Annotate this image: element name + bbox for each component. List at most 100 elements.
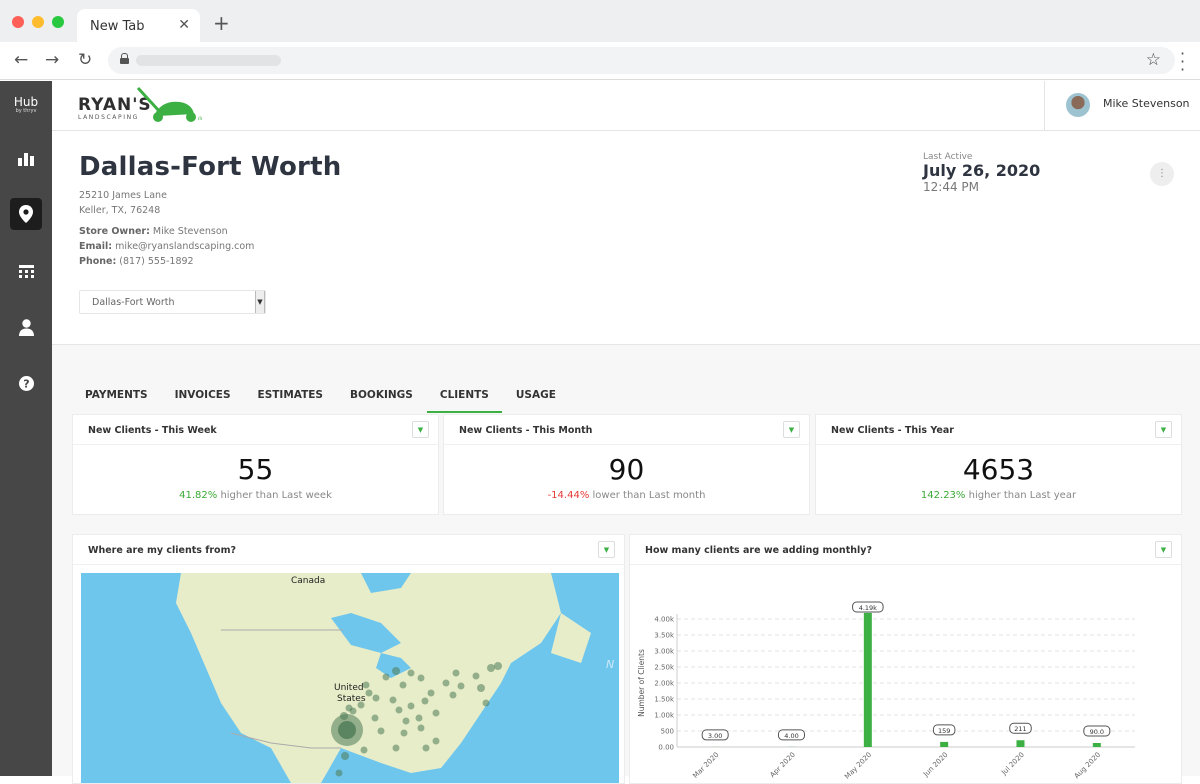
forward-icon[interactable]: →	[45, 50, 59, 70]
stat-card-month: New Clients - This Month ▼ 90 -14.44% low…	[443, 414, 810, 515]
chart-card: How many clients are we adding monthly?▼…	[629, 534, 1182, 784]
data-label: 159	[938, 727, 950, 735]
data-label: 4.00	[784, 732, 798, 740]
data-label: 4.19k	[859, 604, 877, 612]
sidebar-item-help[interactable]: ?	[10, 367, 42, 399]
map-pin-icon	[19, 205, 33, 223]
y-tick-label: 3.00k	[654, 648, 675, 656]
data-label: 211	[1014, 725, 1026, 733]
svg-text:ılı: ılı	[198, 116, 202, 122]
browser-toolbar: ← → ↻ ☆	[0, 42, 1200, 80]
bookmark-star-icon[interactable]: ☆	[1146, 50, 1161, 70]
reload-icon[interactable]: ↻	[78, 50, 92, 70]
x-tick-label: May 2020	[843, 751, 873, 781]
map-card-title: Where are my clients from?	[88, 545, 236, 556]
sidebar-item-analytics[interactable]	[10, 143, 42, 175]
tab-payments[interactable]: PAYMENTS	[72, 382, 161, 413]
map-label-canada: Canada	[291, 576, 325, 586]
y-tick-label: 2.00k	[654, 680, 675, 688]
stat-value: 55	[73, 453, 438, 486]
stat-change: -14.44% lower than Last month	[444, 490, 809, 501]
address-line-1: 25210 James Lane	[79, 188, 167, 203]
stat-change-text: lower than Last month	[593, 490, 706, 501]
stat-card-week: New Clients - This Week▼ 55 41.82% highe…	[72, 414, 439, 515]
app-header: RYAN'S LANDSCAPING ılı Mike Stevenson	[52, 81, 1200, 131]
bar	[1017, 740, 1025, 747]
browser-menu-icon[interactable]: ···	[1180, 50, 1186, 74]
sidebar-item-locations[interactable]	[10, 198, 42, 230]
tab-clients[interactable]: CLIENTS	[427, 382, 502, 413]
sidebar-item-users[interactable]	[10, 311, 42, 343]
new-tab-icon[interactable]: +	[213, 11, 230, 35]
last-active-time: 12:44 PM	[923, 180, 1040, 194]
vertical-dots-icon: ⋮	[1157, 168, 1167, 179]
address-line-2: Keller, TX, 76248	[79, 203, 167, 218]
phone-value: (817) 555-1892	[119, 256, 193, 267]
minimize-window-button[interactable]	[32, 16, 44, 28]
tab-usage[interactable]: USAGE	[503, 382, 569, 413]
map-label-us: United	[334, 683, 364, 693]
y-tick-label: 2.50k	[654, 664, 675, 672]
stat-change-percent: 41.82%	[179, 490, 217, 501]
phone-label: Phone:	[79, 256, 116, 267]
card-dropdown-button[interactable]: ▼	[1155, 541, 1172, 558]
map-card: Where are my clients from? ▼ Canada Unite…	[72, 534, 625, 784]
stat-title: New Clients - This Month	[459, 425, 592, 436]
user-name: Mike Stevenson	[1103, 97, 1190, 110]
logo-subtitle: LANDSCAPING	[78, 114, 139, 121]
avatar	[1066, 93, 1090, 117]
y-tick-label: 4.00k	[654, 616, 675, 624]
data-label: 90.0	[1090, 728, 1104, 736]
user-icon	[19, 319, 34, 336]
last-active-date: July 26, 2020	[923, 161, 1040, 180]
y-tick-label: 3.50k	[654, 632, 675, 640]
tab-title: New Tab	[90, 19, 145, 34]
address-bar[interactable]: ☆	[108, 47, 1175, 74]
browser-tab[interactable]: New Tab ✕	[77, 9, 200, 42]
stat-change-text: higher than Last year	[969, 490, 1076, 501]
tab-estimates[interactable]: ESTIMATES	[245, 382, 336, 413]
location-select[interactable]: Dallas-Fort Worth ▼	[79, 290, 266, 314]
card-dropdown-button[interactable]: ▼	[1155, 421, 1172, 438]
sidebar-item-calendar[interactable]	[10, 255, 42, 287]
x-tick-label: Jun 2020	[921, 751, 949, 779]
card-dropdown-button[interactable]: ▼	[412, 421, 429, 438]
page-title: Dallas-Fort Worth	[79, 152, 341, 182]
hub-logo[interactable]: Hub by thryv	[0, 95, 52, 114]
y-tick-label: 500	[661, 728, 674, 736]
email-value: mike@ryanslandscaping.com	[115, 241, 254, 252]
tab-invoices[interactable]: INVOICES	[162, 382, 244, 413]
stat-value: 90	[444, 453, 809, 486]
browser-tab-bar: New Tab ✕ +	[0, 0, 1200, 42]
owner-label: Store Owner:	[79, 226, 150, 237]
stat-change: 142.23% higher than Last year	[816, 490, 1181, 501]
y-axis-label: Number of Clients	[637, 649, 646, 717]
svg-text:?: ?	[23, 377, 29, 390]
clients-map[interactable]: Canada United States N	[81, 573, 619, 783]
bar	[940, 742, 948, 747]
user-menu[interactable]: Mike Stevenson	[1044, 81, 1200, 131]
tab-bookings[interactable]: BOOKINGS	[337, 382, 426, 413]
lawnmower-icon: ılı	[134, 86, 209, 124]
y-tick-label: 1.50k	[654, 696, 675, 704]
email-label: Email:	[79, 241, 112, 252]
more-options-button[interactable]: ⋮	[1150, 162, 1174, 186]
close-window-button[interactable]	[12, 16, 24, 28]
maximize-window-button[interactable]	[52, 16, 64, 28]
back-icon[interactable]: ←	[14, 50, 28, 70]
url-placeholder	[136, 55, 281, 66]
card-dropdown-button[interactable]: ▼	[783, 421, 800, 438]
location-select-value: Dallas-Fort Worth	[92, 297, 175, 308]
bar	[864, 613, 872, 747]
card-dropdown-button[interactable]: ▼	[598, 541, 615, 558]
stat-change-text: higher than Last week	[220, 490, 331, 501]
x-tick-label: Jul 2020	[999, 751, 1026, 778]
close-tab-icon[interactable]: ✕	[178, 17, 190, 33]
map-graphic: Canada United States N	[81, 573, 619, 783]
stat-change-percent: 142.23%	[921, 490, 966, 501]
y-tick-label: 0.00	[658, 744, 674, 752]
chevron-down-icon[interactable]: ▼	[255, 291, 265, 313]
sidebar: Hub by thryv ?	[0, 81, 52, 776]
store-contact: Store Owner: Mike Stevenson Email: mike@…	[79, 224, 254, 269]
data-label: 3.00	[708, 732, 722, 740]
